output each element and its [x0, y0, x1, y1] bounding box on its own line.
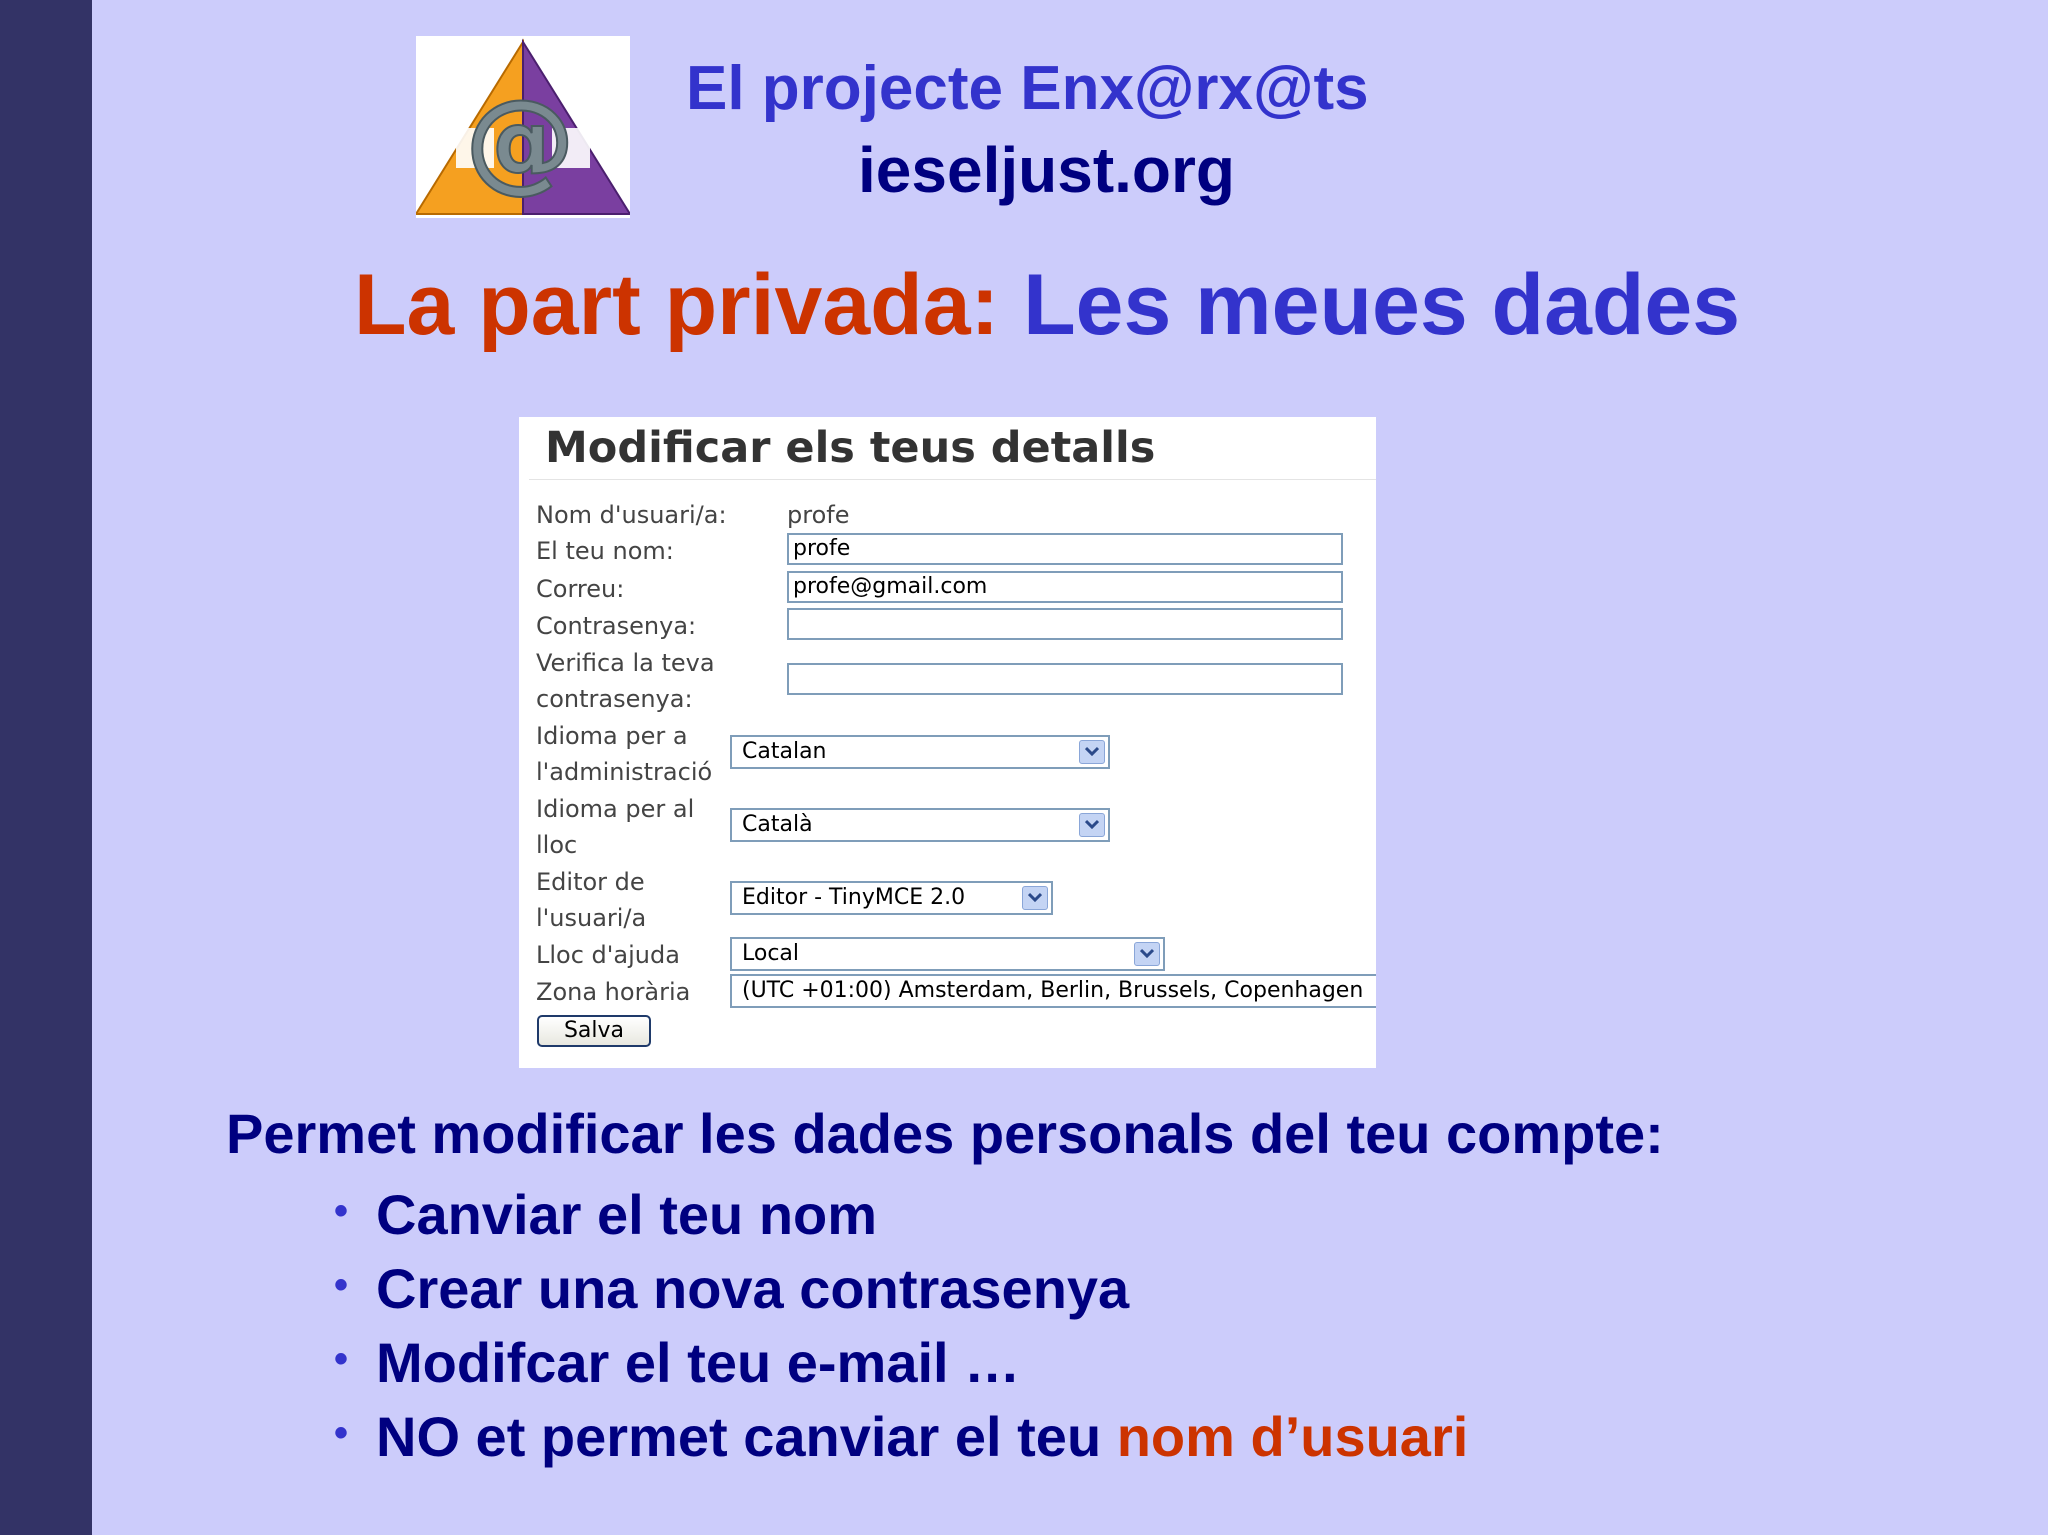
admin-language-value: Catalan — [742, 739, 827, 764]
header-site: ieseljust.org — [858, 134, 1235, 206]
form-divider — [529, 479, 1376, 480]
bullet-icon: • — [334, 1189, 349, 1233]
verify-password-field[interactable] — [787, 663, 1343, 695]
bullet-text: NO et permet canviar el teu — [376, 1405, 1117, 1468]
verify-password-label-line1: Verifica la teva — [536, 649, 715, 677]
admin-language-label-line1: Idioma per a — [536, 722, 688, 750]
chevron-down-icon[interactable] — [1079, 740, 1105, 764]
chevron-down-icon[interactable] — [1022, 886, 1048, 910]
help-site-label: Lloc d'ajuda — [536, 941, 680, 969]
bullet-text: Modifcar el teu e-mail … — [376, 1331, 1021, 1394]
email-field[interactable]: profe@gmail.com — [787, 571, 1343, 603]
timezone-select[interactable]: (UTC +01:00) Amsterdam, Berlin, Brussels… — [730, 974, 1376, 1008]
list-item: • Modifcar el teu e-mail … — [334, 1326, 1468, 1400]
help-site-value: Local — [742, 941, 800, 966]
timezone-label: Zona horària — [536, 978, 691, 1006]
editor-select[interactable]: Editor - TinyMCE 2.0 — [730, 881, 1053, 915]
bullet-list: • Canviar el teu nom • Crear una nova cont… — [334, 1178, 1468, 1474]
site-language-value: Català — [742, 812, 813, 837]
bullet-text: Canviar el teu nom — [376, 1183, 878, 1246]
editor-label-line1: Editor de — [536, 868, 645, 896]
save-button[interactable]: Salva — [537, 1015, 651, 1047]
admin-language-label-line2: l'administració — [536, 758, 713, 786]
header-title: El projecte Enx@rx@ts — [686, 54, 1369, 123]
description-text: Permet modificar les dades personals del… — [226, 1102, 1664, 1165]
username-label: Nom d'usuari/a: — [536, 501, 727, 529]
username-value: profe — [787, 501, 850, 529]
help-site-select[interactable]: Local — [730, 937, 1165, 971]
timezone-value: (UTC +01:00) Amsterdam, Berlin, Brussels… — [742, 978, 1364, 1003]
slide-title-part2: Les meues dades — [1023, 257, 1741, 353]
password-field[interactable] — [787, 608, 1343, 640]
chevron-down-icon[interactable] — [1134, 942, 1160, 966]
list-item: • Crear una nova contrasenya — [334, 1252, 1468, 1326]
editor-value: Editor - TinyMCE 2.0 — [742, 885, 966, 910]
site-language-label-line1: Idioma per al — [536, 795, 695, 823]
form-title: Modificar els teus detalls — [545, 423, 1156, 473]
bullet-text: Crear una nova contrasenya — [376, 1257, 1130, 1320]
email-label: Correu: — [536, 575, 625, 603]
bullet-icon: • — [334, 1263, 349, 1307]
bullet-text-highlight: nom d’usuari — [1116, 1405, 1469, 1468]
name-label: El teu nom: — [536, 537, 674, 565]
slide-title-part1: La part privada: — [354, 257, 1000, 353]
list-item: • Canviar el teu nom — [334, 1178, 1468, 1252]
logo-icon: @ — [416, 36, 630, 218]
site-language-label-line2: lloc — [536, 831, 578, 859]
form-screenshot: Modificar els teus detalls Nom d'usuari/… — [519, 417, 1376, 1068]
svg-text:@: @ — [465, 76, 575, 204]
name-field[interactable]: profe — [787, 533, 1343, 565]
slide-title: La part privada: Les meues dades — [354, 262, 1740, 348]
bullet-icon: • — [334, 1411, 349, 1455]
chevron-down-icon[interactable] — [1079, 813, 1105, 837]
site-language-select[interactable]: Català — [730, 808, 1110, 842]
bullet-icon: • — [334, 1337, 349, 1381]
verify-password-label-line2: contrasenya: — [536, 685, 693, 713]
editor-label-line2: l'usuari/a — [536, 904, 647, 932]
admin-language-select[interactable]: Catalan — [730, 735, 1110, 769]
list-item: • NO et permet canviar el teu nom d’usuar… — [334, 1400, 1468, 1474]
password-label: Contrasenya: — [536, 612, 697, 640]
left-sidebar-bar — [0, 0, 92, 1535]
